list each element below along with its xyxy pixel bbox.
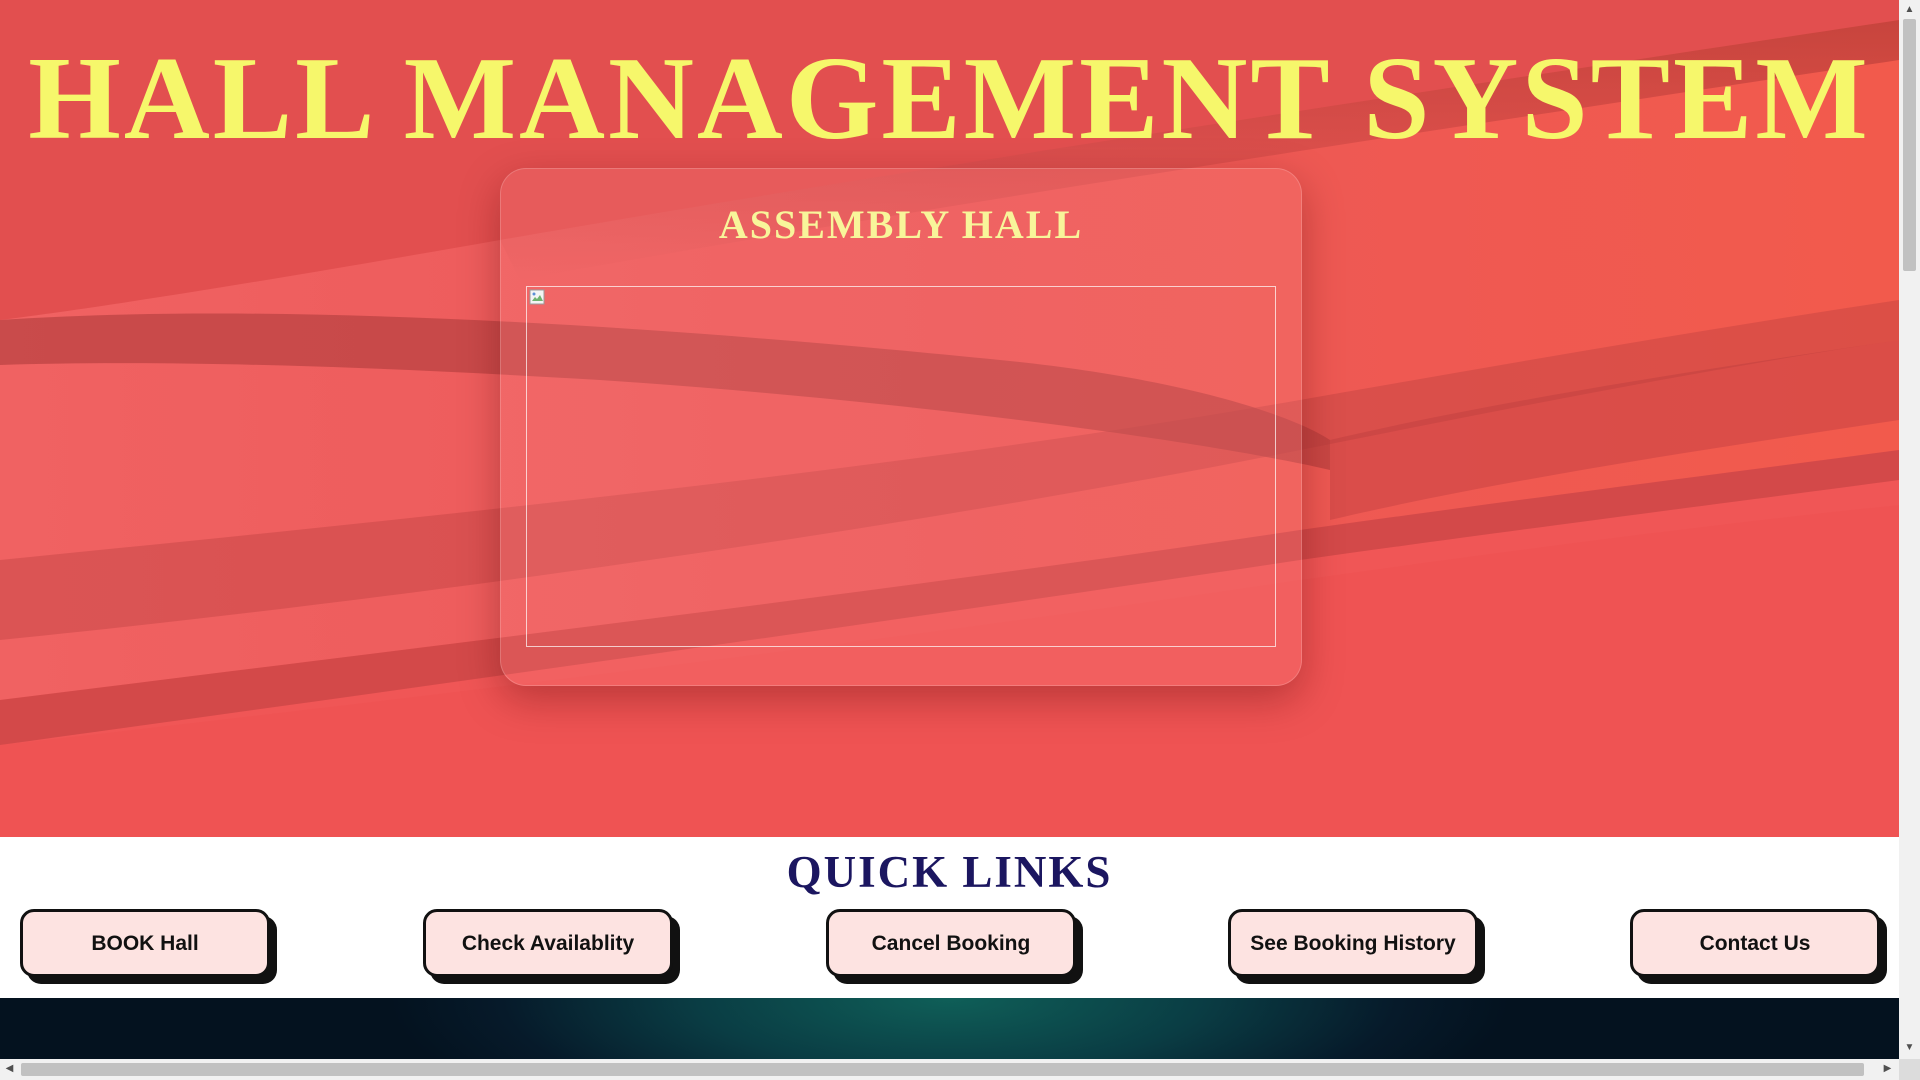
booking-history-button-wrap: See Booking History [1228, 909, 1485, 984]
book-hall-button[interactable]: BOOK Hall [20, 909, 270, 977]
horizontal-scrollbar[interactable]: ◀ ▶ [0, 1059, 1899, 1080]
scroll-right-arrow-icon[interactable]: ▶ [1882, 1064, 1893, 1074]
scrollbar-corner [1899, 1059, 1920, 1080]
scroll-down-arrow-icon[interactable]: ▼ [1904, 1043, 1915, 1053]
check-availability-button-wrap: Check Availablity [423, 909, 680, 984]
horizontal-scroll-thumb[interactable] [21, 1063, 1864, 1076]
contact-us-button-wrap: Contact Us [1630, 909, 1887, 984]
check-availability-button[interactable]: Check Availablity [423, 909, 673, 977]
hero-banner: HALL MANAGEMENT SYSTEM ASSEMBLY HALL [0, 0, 1899, 837]
scroll-up-arrow-icon[interactable]: ▲ [1904, 5, 1915, 15]
scroll-left-arrow-icon[interactable]: ◀ [4, 1064, 15, 1074]
booking-history-button[interactable]: See Booking History [1228, 909, 1478, 977]
vertical-scroll-thumb[interactable] [1903, 19, 1916, 271]
page-title: HALL MANAGEMENT SYSTEM [28, 32, 1871, 164]
hall-card: ASSEMBLY HALL [500, 168, 1302, 686]
book-hall-button-wrap: BOOK Hall [20, 909, 277, 984]
contact-us-button[interactable]: Contact Us [1630, 909, 1880, 977]
hall-image [526, 286, 1276, 647]
page-viewport: HALL MANAGEMENT SYSTEM ASSEMBLY HALL QUI… [0, 0, 1899, 1059]
cancel-booking-button[interactable]: Cancel Booking [826, 909, 1076, 977]
vertical-scrollbar[interactable]: ▲ ▼ [1899, 0, 1920, 1059]
hall-card-title: ASSEMBLY HALL [718, 202, 1084, 247]
quick-links-title: QUICK LINKS [786, 847, 1113, 897]
footer-section [0, 998, 1899, 1059]
cancel-booking-button-wrap: Cancel Booking [826, 909, 1083, 984]
broken-image-icon [529, 289, 545, 305]
